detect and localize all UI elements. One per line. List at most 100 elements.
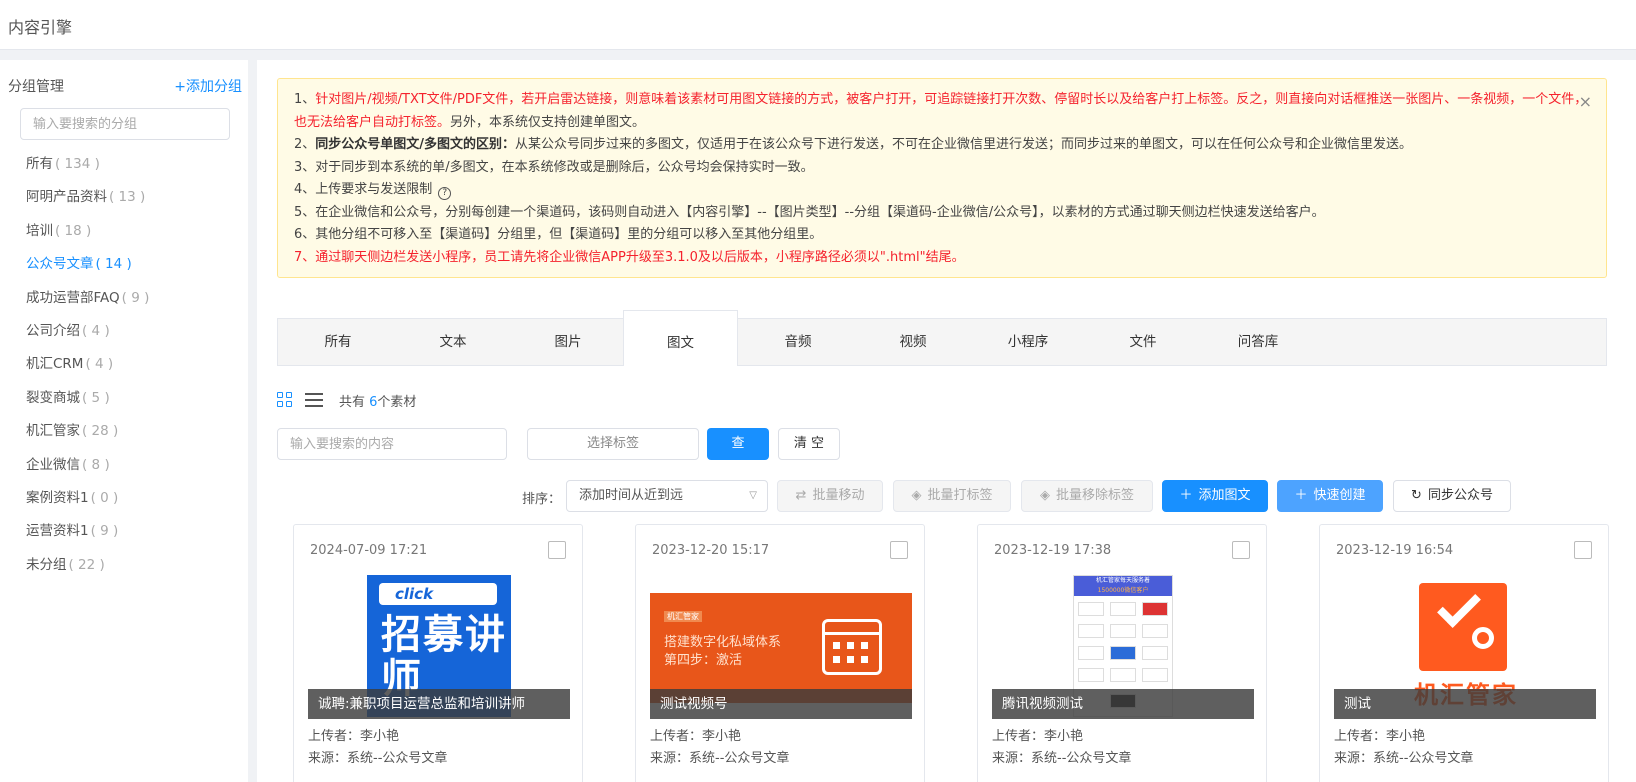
main-content: 1、针对图片/视频/TXT文件/PDF文件，若开启雷达链接，则意味着该素材可用图… bbox=[257, 60, 1636, 782]
group-item-count: ( 4 ) bbox=[82, 322, 110, 339]
list-view-icon[interactable] bbox=[305, 392, 323, 408]
client-logo bbox=[1142, 668, 1168, 682]
notice-line-6: 6、其他分组不可移入至【渠道码】分组里，但【渠道码】里的分组可以移入至其他分组里… bbox=[294, 227, 823, 242]
card-checkbox[interactable] bbox=[1574, 541, 1592, 559]
card-date: 2024-07-09 17:21 bbox=[310, 543, 428, 558]
group-item-ops[interactable]: 运营资料1( 9 ) bbox=[26, 515, 149, 548]
group-item-mall[interactable]: 裂变商城( 5 ) bbox=[26, 382, 149, 415]
group-item-count: ( 134 ) bbox=[55, 156, 100, 172]
group-item-all[interactable]: 所有( 134 ) bbox=[26, 148, 149, 181]
notice-line-7: 7、通过聊天侧边栏发送小程序，员工请先将企业微信APP升级至3.1.0及以后版本… bbox=[294, 249, 965, 265]
tab-all[interactable]: 所有 bbox=[278, 319, 398, 365]
notice-alert: 1、针对图片/视频/TXT文件/PDF文件，若开启雷达链接，则意味着该素材可用图… bbox=[277, 78, 1607, 278]
tab-image[interactable]: 图片 bbox=[508, 319, 628, 365]
group-item-steward[interactable]: 机汇管家( 28 ) bbox=[26, 415, 149, 448]
card-uploader: 上传者：李小艳 bbox=[992, 729, 1084, 744]
card-caption: 测试视频号 bbox=[650, 689, 912, 719]
batch-untag-button[interactable]: ◈ 批量移除标签 bbox=[1021, 480, 1153, 512]
group-item-faq[interactable]: 成功运营部FAQ( 9 ) bbox=[26, 282, 149, 315]
add-group-button[interactable]: +添加分组 bbox=[174, 76, 242, 96]
card-date: 2023-12-19 16:54 bbox=[1336, 543, 1454, 558]
quick-create-button[interactable]: ＋快速创建 bbox=[1277, 480, 1383, 512]
card-uploader: 上传者：李小艳 bbox=[308, 729, 400, 744]
sort-select[interactable]: 添加时间从近到远 ▽ bbox=[566, 480, 768, 512]
tab-qa[interactable]: 问答库 bbox=[1198, 319, 1318, 365]
material-card[interactable]: 2023-12-19 17:38 机汇管家每天服务着 1500000微信客户 腾讯… bbox=[977, 524, 1267, 782]
poster-header: 机汇管家每天服务着 1500000微信客户 bbox=[1074, 576, 1172, 596]
batch-tag-button[interactable]: ◈ 批量打标签 bbox=[893, 480, 1011, 512]
group-item-count: ( 4 ) bbox=[85, 356, 114, 373]
group-item-crm[interactable]: 机汇CRM( 4 ) bbox=[26, 348, 149, 381]
card-checkbox[interactable] bbox=[890, 541, 908, 559]
client-logo bbox=[1078, 646, 1104, 660]
client-logo bbox=[1110, 602, 1136, 616]
client-logo bbox=[1142, 646, 1168, 660]
card-source: 来源：系统--公众号文章 bbox=[992, 751, 1132, 766]
card-source: 来源：系统--公众号文章 bbox=[308, 751, 448, 766]
group-search-input[interactable] bbox=[20, 108, 230, 140]
grid-view-icon[interactable] bbox=[277, 392, 293, 408]
plus-icon: ＋ bbox=[1179, 488, 1193, 503]
card-checkbox[interactable] bbox=[548, 541, 566, 559]
sync-mp-button[interactable]: ↻ 同步公众号 bbox=[1393, 480, 1511, 512]
client-logo bbox=[1110, 668, 1136, 682]
card-uploader: 上传者：李小艳 bbox=[650, 729, 742, 744]
group-item-product[interactable]: 阿明产品资料( 13 ) bbox=[26, 181, 149, 214]
batch-move-button[interactable]: ⇄ 批量移动 bbox=[777, 480, 883, 512]
card-checkbox[interactable] bbox=[1232, 541, 1250, 559]
material-card[interactable]: 2023-12-19 16:54 机汇管家 测试 上传者：李小艳 来源：系统--… bbox=[1319, 524, 1609, 782]
group-item-count: ( 14 ) bbox=[95, 256, 132, 273]
chevron-down-icon: ▽ bbox=[749, 490, 757, 501]
poster-click-text: click bbox=[379, 583, 497, 605]
group-item-ungrouped[interactable]: 未分组( 22 ) bbox=[26, 549, 149, 582]
content-search-input[interactable] bbox=[277, 428, 507, 460]
tag-select[interactable]: 选择标签 bbox=[527, 428, 699, 460]
swap-icon: ⇄ bbox=[795, 488, 807, 503]
group-item-cases[interactable]: 案例资料1( 0 ) bbox=[26, 482, 149, 515]
card-source: 来源：系统--公众号文章 bbox=[650, 751, 790, 766]
group-management-title: 分组管理 bbox=[8, 79, 64, 95]
group-item-label: 成功运营部FAQ bbox=[26, 289, 120, 306]
material-card[interactable]: 2024-07-09 17:21 click 招募讲师 诚聘:兼职项目运营总监和… bbox=[293, 524, 583, 782]
group-item-company[interactable]: 公司介绍( 4 ) bbox=[26, 315, 149, 348]
group-item-label: 培训 bbox=[26, 222, 53, 239]
search-button[interactable]: 查 找 bbox=[707, 428, 769, 483]
page-title: 内容引擎 bbox=[8, 18, 73, 37]
group-item-count: ( 5 ) bbox=[82, 389, 110, 406]
group-item-label: 阿明产品资料 bbox=[26, 189, 107, 206]
group-item-training[interactable]: 培训( 18 ) bbox=[26, 215, 149, 248]
banner-line-1: 搭建数字化私域体系 bbox=[664, 635, 782, 650]
calendar-icon bbox=[822, 619, 882, 675]
card-uploader: 上传者：李小艳 bbox=[1334, 729, 1426, 744]
tab-video[interactable]: 视频 bbox=[853, 319, 973, 365]
tag-icon: ◈ bbox=[911, 488, 922, 503]
material-card[interactable]: 2023-12-20 15:17 机汇管家 搭建数字化私域体系 第四步：激活 测… bbox=[635, 524, 925, 782]
card-caption: 诚聘:兼职项目运营总监和培训讲师 bbox=[308, 689, 570, 719]
group-item-label: 运营资料1 bbox=[26, 523, 89, 540]
action-bar: 排序： 添加时间从近到远 ▽ ⇄ 批量移动 ◈ 批量打标签 ◈ 批量移除标签 ＋添加图文… bbox=[257, 480, 1636, 514]
refresh-icon: ↻ bbox=[1411, 488, 1422, 503]
group-item-wecom[interactable]: 企业微信( 8 ) bbox=[26, 449, 149, 482]
tab-miniprogram[interactable]: 小程序 bbox=[968, 319, 1088, 365]
client-logo bbox=[1078, 668, 1104, 682]
add-article-button[interactable]: ＋添加图文 bbox=[1162, 480, 1268, 512]
tab-audio[interactable]: 音频 bbox=[738, 319, 858, 365]
tag-icon: ◈ bbox=[1039, 488, 1050, 503]
clear-button[interactable]: 清 空 bbox=[778, 428, 840, 460]
top-bar: 内容引擎 bbox=[0, 0, 1636, 50]
help-icon[interactable]: ? bbox=[438, 187, 452, 200]
group-item-mp-articles[interactable]: 公众号文章( 14 ) bbox=[26, 248, 149, 281]
type-tabs: 所有 文本 图片 图文 音频 视频 小程序 文件 问答库 bbox=[277, 310, 1607, 366]
tab-file[interactable]: 文件 bbox=[1083, 319, 1203, 365]
tab-article[interactable]: 图文 bbox=[623, 310, 738, 366]
group-item-count: ( 9 ) bbox=[90, 523, 119, 540]
view-bar: 共有 6个素材 bbox=[277, 390, 416, 410]
banner-line-2: 第四步：激活 bbox=[664, 653, 743, 668]
card-date: 2023-12-20 15:17 bbox=[652, 543, 770, 558]
tab-text[interactable]: 文本 bbox=[393, 319, 513, 365]
group-sidebar: 分组管理 +添加分组 所有( 134 ) 阿明产品资料( 13 ) 培训( 18… bbox=[0, 60, 248, 782]
client-logo bbox=[1078, 624, 1104, 638]
client-logo bbox=[1142, 624, 1168, 638]
card-date: 2023-12-19 17:38 bbox=[994, 543, 1112, 558]
close-icon[interactable]: × bbox=[1579, 91, 1592, 114]
